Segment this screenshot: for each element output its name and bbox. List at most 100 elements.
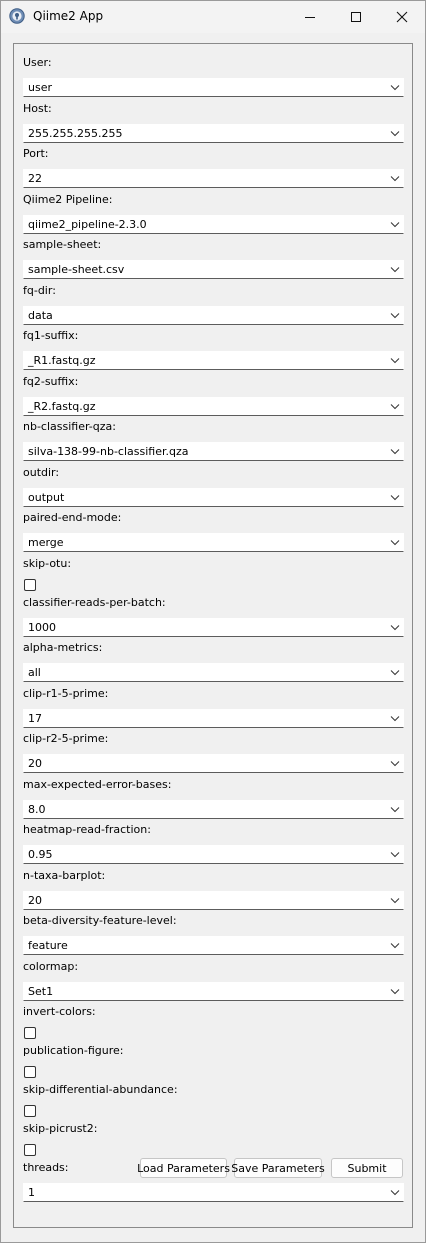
outdir-value: output: [28, 490, 65, 504]
chevron-down-icon: [390, 943, 400, 949]
chevron-down-icon: [390, 897, 400, 903]
threads-value: 1: [28, 1186, 35, 1199]
chevron-down-icon: [390, 176, 400, 182]
skip-picrust2-checkbox[interactable]: [24, 1144, 36, 1156]
skip-differential-abundance-checkbox[interactable]: [24, 1105, 36, 1117]
host-label: Host:: [23, 101, 52, 115]
outdir-dropdown[interactable]: output: [23, 487, 404, 507]
chevron-down-icon: [390, 852, 400, 858]
app-logo-icon: [9, 8, 25, 24]
clip-r2-5-prime-value: 20: [28, 757, 42, 770]
qiime2-pipeline-dropdown[interactable]: qiime2_pipeline-2.3.0: [23, 214, 404, 234]
skip-otu-label: skip-otu:: [23, 556, 72, 570]
user-value: user: [28, 81, 52, 94]
fq-dir-dropdown[interactable]: data: [23, 305, 404, 325]
max-expected-error-bases-dropdown[interactable]: 8.0: [23, 799, 404, 819]
sample-sheet-value: sample-sheet.csv: [28, 263, 125, 276]
nb-classifier-qza-dropdown[interactable]: silva-138-99-nb-classifier.qza: [23, 442, 404, 461]
paired-end-mode-value: merge: [28, 536, 64, 549]
port-label: Port:: [23, 147, 49, 160]
qiime2-pipeline-value: qiime2_pipeline-2.3.0: [28, 217, 147, 231]
heatmap-read-fraction-label: heatmap-read-fraction:: [23, 823, 151, 836]
skip-differential-abundance-label: skip-differential-abundance:: [23, 1083, 178, 1096]
sample-sheet-label: sample-sheet:: [23, 238, 102, 251]
alpha-metrics-dropdown[interactable]: all: [23, 663, 404, 682]
paired-end-mode-dropdown[interactable]: merge: [23, 533, 404, 552]
max-expected-error-bases-value: 8.0: [28, 802, 46, 816]
host-value: 255.255.255.255: [28, 126, 123, 140]
alpha-metrics-label: alpha-metrics:: [23, 641, 103, 654]
invert-colors-label: invert-colors:: [23, 1005, 96, 1018]
nb-classifier-qza-value: silva-138-99-nb-classifier.qza: [28, 445, 189, 458]
chevron-down-icon: [390, 540, 400, 546]
classifier-reads-per-batch-value: 1000: [28, 620, 56, 634]
clip-r1-5-prime-label: clip-r1-5-prime:: [23, 686, 109, 700]
fq1-suffix-dropdown[interactable]: _R1.fastq.gz: [23, 351, 404, 370]
maximize-icon: [351, 11, 361, 22]
skip-otu-checkbox[interactable]: [24, 578, 36, 591]
parameters-panel: User: user Host: 255.255.255.255 Port: 22 Qiim…: [13, 43, 413, 1228]
clip-r1-5-prime-dropdown[interactable]: 17: [23, 708, 404, 728]
threads-dropdown[interactable]: 1: [23, 1183, 404, 1202]
colormap-value: Set1: [28, 984, 54, 998]
invert-colors-checkbox[interactable]: [24, 1027, 36, 1039]
sample-sheet-dropdown[interactable]: sample-sheet.csv: [23, 260, 404, 279]
save-parameters-button[interactable]: Save Parameters: [231, 1158, 325, 1178]
chevron-down-icon: [390, 624, 400, 630]
chevron-down-icon: [390, 267, 400, 273]
publication-figure-checkbox[interactable]: [24, 1066, 36, 1078]
chevron-down-icon: [390, 358, 400, 364]
clip-r1-5-prime-value: 17: [28, 711, 42, 725]
user-label: User:: [23, 56, 52, 69]
colormap-dropdown[interactable]: Set1: [23, 981, 404, 1001]
load-parameters-button[interactable]: Load Parameters: [137, 1158, 230, 1178]
fq2-suffix-dropdown[interactable]: _R2.fastq.gz: [23, 396, 404, 416]
fq-dir-label: fq-dir:: [23, 283, 56, 297]
chevron-down-icon: [390, 761, 400, 767]
minimize-icon: [305, 16, 315, 18]
host-dropdown[interactable]: 255.255.255.255: [23, 123, 404, 143]
chevron-down-icon: [390, 130, 400, 136]
submit-button[interactable]: Submit: [331, 1158, 403, 1178]
max-expected-error-bases-label: max-expected-error-bases:: [23, 777, 172, 791]
chevron-down-icon: [390, 1190, 400, 1196]
clip-r2-5-prime-label: clip-r2-5-prime:: [23, 732, 109, 745]
title-bar[interactable]: Qiime2 App: [1, 1, 425, 33]
fq2-suffix-value: _R2.fastq.gz: [28, 399, 96, 413]
port-dropdown[interactable]: 22: [23, 169, 404, 188]
heatmap-read-fraction-value: 0.95: [28, 848, 53, 861]
n-taxa-barplot-dropdown[interactable]: 20: [23, 890, 404, 910]
chevron-down-icon: [390, 312, 400, 318]
beta-diversity-feature-level-dropdown[interactable]: feature: [23, 936, 404, 955]
close-button[interactable]: [379, 1, 425, 32]
colormap-label: colormap:: [23, 959, 79, 973]
beta-diversity-feature-level-value: feature: [28, 939, 68, 952]
classifier-reads-per-batch-label: classifier-reads-per-batch:: [23, 595, 166, 609]
chevron-down-icon: [390, 403, 400, 409]
beta-diversity-feature-level-label: beta-diversity-feature-level:: [23, 914, 177, 927]
n-taxa-barplot-value: 20: [28, 893, 42, 907]
close-icon: [396, 11, 408, 22]
clip-r2-5-prime-dropdown[interactable]: 20: [23, 754, 404, 773]
minimize-button[interactable]: [287, 1, 333, 32]
chevron-down-icon: [390, 85, 400, 91]
n-taxa-barplot-label: n-taxa-barplot:: [23, 868, 106, 882]
maximize-button[interactable]: [333, 1, 379, 32]
chevron-down-icon: [390, 449, 400, 455]
user-dropdown[interactable]: user: [23, 78, 404, 97]
threads-label: threads:: [23, 1161, 69, 1174]
fq1-suffix-value: _R1.fastq.gz: [28, 354, 96, 367]
chevron-down-icon: [390, 715, 400, 721]
publication-figure-label: publication-figure:: [23, 1044, 124, 1057]
chevron-down-icon: [390, 988, 400, 994]
chevron-down-icon: [390, 670, 400, 676]
port-value: 22: [28, 172, 42, 185]
fq2-suffix-label: fq2-suffix:: [23, 374, 79, 388]
fq-dir-value: data: [28, 308, 53, 322]
classifier-reads-per-batch-dropdown[interactable]: 1000: [23, 617, 404, 637]
heatmap-read-fraction-dropdown[interactable]: 0.95: [23, 845, 404, 864]
outdir-label: outdir:: [23, 465, 60, 479]
chevron-down-icon: [390, 806, 400, 812]
nb-classifier-qza-label: nb-classifier-qza:: [23, 420, 116, 433]
alpha-metrics-value: all: [28, 666, 41, 679]
